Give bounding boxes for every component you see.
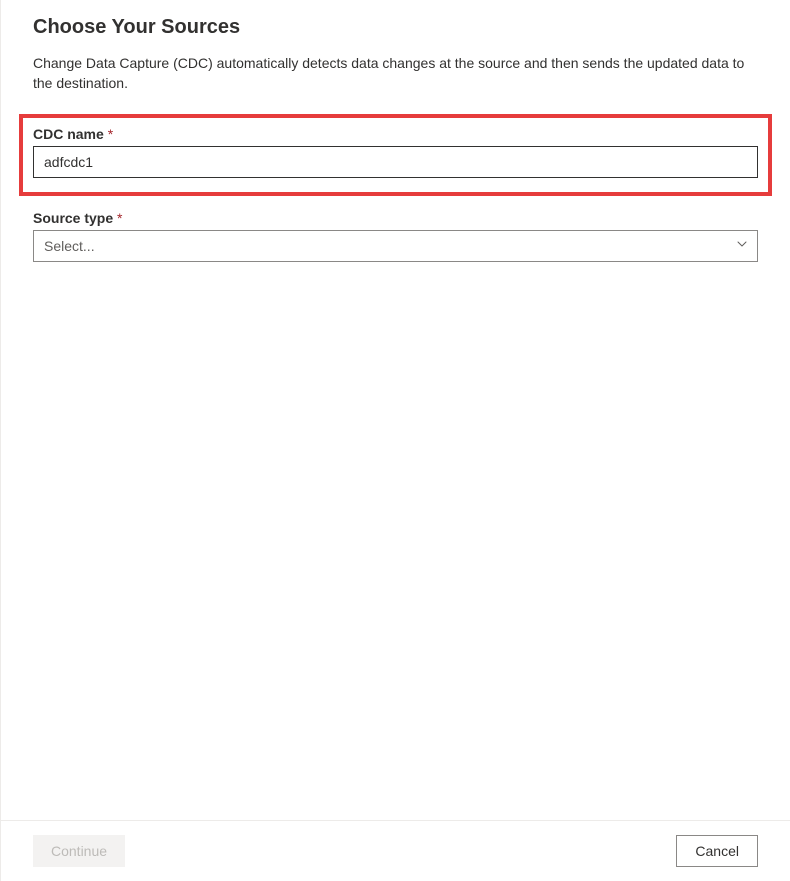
- cdc-name-field-group: CDC name *: [19, 114, 772, 196]
- sources-panel: Choose Your Sources Change Data Capture …: [0, 0, 790, 820]
- cdc-name-input[interactable]: [33, 146, 758, 178]
- required-marker: *: [108, 126, 113, 142]
- footer-bar: Continue Cancel: [0, 820, 790, 881]
- page-title: Choose Your Sources: [33, 16, 758, 39]
- source-type-label: Source type *: [33, 210, 758, 226]
- continue-button[interactable]: Continue: [33, 835, 125, 867]
- cdc-name-label-text: CDC name: [33, 126, 104, 142]
- page-description: Change Data Capture (CDC) automatically …: [33, 53, 758, 94]
- source-type-label-text: Source type: [33, 210, 113, 226]
- source-type-select-wrap: Select...: [33, 230, 758, 262]
- required-marker: *: [117, 210, 122, 226]
- cancel-button[interactable]: Cancel: [676, 835, 758, 867]
- source-type-field-group: Source type * Select...: [33, 210, 758, 262]
- source-type-select[interactable]: Select...: [33, 230, 758, 262]
- cdc-name-label: CDC name *: [33, 126, 758, 142]
